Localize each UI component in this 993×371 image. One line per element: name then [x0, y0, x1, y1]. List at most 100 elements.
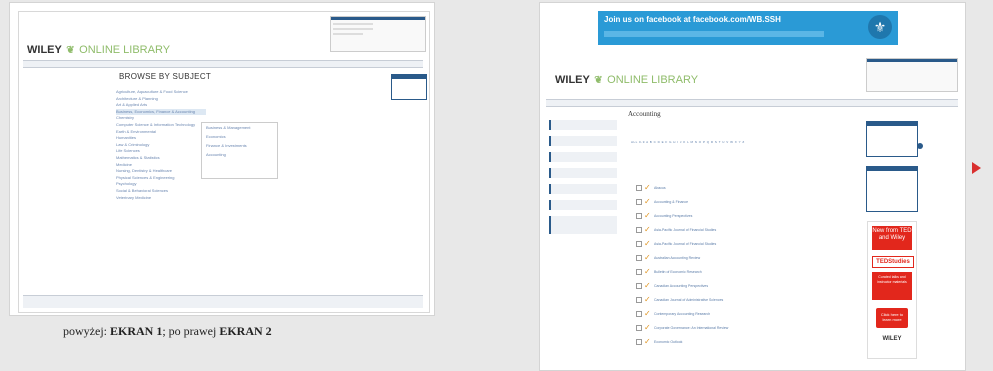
wiley-logo[interactable]: WILEY ❦ ONLINE LIBRARY [555, 70, 698, 88]
journal-title[interactable]: Asia-Pacific Journal of Financial Studie… [654, 228, 716, 232]
journal-row[interactable]: ✓ Accounting Perspectives [636, 211, 856, 225]
scroll-dot[interactable] [917, 143, 923, 149]
login-box[interactable] [330, 16, 426, 52]
journal-title[interactable]: Bulletin of Economic Research [654, 270, 702, 274]
open-access-icon: ✓ [644, 337, 651, 346]
journal-title[interactable]: Australian Accounting Review [654, 256, 700, 260]
checkbox[interactable] [636, 297, 642, 303]
open-access-icon: ✓ [644, 225, 651, 234]
journal-title[interactable]: Canadian Accounting Perspectives [654, 284, 708, 288]
journal-row[interactable]: ✓ Canadian Accounting Perspectives [636, 281, 856, 295]
journal-title[interactable]: Abacus [654, 186, 666, 190]
open-access-icon: ✓ [644, 281, 651, 290]
search-box[interactable] [866, 121, 918, 157]
journal-row[interactable]: ✓ Australian Accounting Review [636, 253, 856, 267]
journal-row[interactable]: ✓ Canadian Journal of Administrative Scie… [636, 295, 856, 309]
subject-submenu: Business & Management Economics Finance … [201, 122, 278, 179]
journal-title[interactable]: Corporate Governance: An International R… [654, 326, 728, 330]
caption-screen-1: EKRAN 1 [110, 324, 163, 338]
subject-link[interactable]: Social & Behavioral Sciences [116, 188, 206, 195]
checkbox[interactable] [636, 241, 642, 247]
caption: powyżej: EKRAN 1; po prawej EKRAN 2 [63, 324, 272, 339]
subject-link[interactable]: Veterinary Medicine [116, 195, 206, 202]
subject-link[interactable]: Architecture & Planning [116, 96, 206, 103]
subject-link[interactable]: Humanities [116, 135, 206, 142]
ted-studies-ad[interactable]: New from TED and Wiley TEDStudies Curate… [867, 221, 917, 359]
main-nav[interactable] [23, 60, 423, 68]
footer [23, 295, 423, 308]
subject-link[interactable]: Computer Science & Information Technolog… [116, 122, 206, 129]
submenu-item[interactable]: Finance & Investments [202, 141, 277, 150]
subject-link[interactable]: Physical Sciences & Engineering [116, 175, 206, 182]
left-sidebar [549, 120, 617, 240]
journal-title[interactable]: Economic Outlook [654, 340, 682, 344]
ted-click-button[interactable]: Click here to learn more [876, 308, 908, 328]
checkbox[interactable] [636, 325, 642, 331]
journal-row[interactable]: ✓ Accounting & Finance [636, 197, 856, 211]
ted-curated-text: Curated talks and instructor materials [872, 272, 912, 300]
submenu-item[interactable]: Economics [202, 132, 277, 141]
open-access-icon: ✓ [644, 197, 651, 206]
checkbox[interactable] [636, 255, 642, 261]
screen-1-screenshot: WILEY ❦ ONLINE LIBRARY BROWSE BY SUBJECT… [9, 2, 435, 316]
journal-title[interactable]: Canadian Journal of Administrative Scien… [654, 298, 723, 302]
journal-title[interactable]: Accounting Perspectives [654, 214, 692, 218]
journal-list: ✓ Abacus ✓ Accounting & Finance ✓ Accountin… [636, 183, 856, 351]
open-access-icon: ✓ [644, 211, 651, 220]
subject-link[interactable]: Chemistry [116, 115, 206, 122]
subject-link[interactable]: Nursing, Dentistry & Healthcare [116, 168, 206, 175]
subject-link[interactable]: Mathematics & Statistics [116, 155, 206, 162]
logo-name: ONLINE LIBRARY [607, 74, 699, 86]
subject-link-selected[interactable]: Business, Economics, Finance & Accountin… [116, 108, 206, 116]
ted-new-from: New from TED and Wiley [872, 226, 912, 250]
open-access-icon: ✓ [644, 253, 651, 262]
subject-link[interactable]: Agriculture, Aquaculture & Food Science [116, 89, 206, 96]
main-nav[interactable] [546, 99, 958, 107]
banner-bar [604, 31, 824, 37]
journal-row[interactable]: ✓ Asia-Pacific Journal of Financial Studi… [636, 239, 856, 253]
facebook-banner[interactable]: Join us on facebook at facebook.com/WB.S… [598, 11, 898, 45]
journal-title[interactable]: Accounting & Finance [654, 200, 688, 204]
checkbox[interactable] [636, 283, 642, 289]
checkbox[interactable] [636, 227, 642, 233]
caption-separator: ; po prawej [162, 324, 220, 338]
journal-row[interactable]: ✓ Economic Outlook [636, 337, 856, 351]
checkbox[interactable] [636, 185, 642, 191]
journal-title[interactable]: Contemporary Accounting Research [654, 312, 710, 316]
journal-row[interactable]: ✓ Corporate Governance: An International … [636, 323, 856, 337]
checkbox[interactable] [636, 199, 642, 205]
journal-row[interactable]: ✓ Asia-Pacific Journal of Financial Studi… [636, 225, 856, 239]
submenu-item[interactable]: Accounting [202, 150, 277, 159]
subject-link[interactable]: Medicine [116, 162, 206, 169]
checkbox[interactable] [636, 213, 642, 219]
login-box[interactable] [866, 58, 958, 92]
wiley-logo[interactable]: WILEY ❦ ONLINE LIBRARY [27, 40, 170, 58]
ted-wiley-logo: WILEY [882, 336, 902, 342]
caption-screen-2: EKRAN 2 [219, 324, 272, 338]
open-access-icon: ✓ [644, 323, 651, 332]
open-access-icon: ✓ [644, 267, 651, 276]
subject-link[interactable]: Earth & Environmental [116, 129, 206, 136]
subject-link[interactable]: Law & Criminology [116, 142, 206, 149]
screen-2-screenshot: Join us on facebook at facebook.com/WB.S… [539, 2, 966, 371]
subject-link[interactable]: Art & Applied Arts [116, 102, 206, 109]
search-box[interactable] [391, 74, 427, 100]
journal-row[interactable]: ✓ Abacus [636, 183, 856, 197]
page-title: Accounting [628, 110, 661, 118]
checkbox[interactable] [636, 339, 642, 345]
logo-name: ONLINE LIBRARY [79, 44, 171, 56]
subject-list: Agriculture, Aquaculture & Food Science … [116, 89, 206, 201]
journal-title[interactable]: Asia-Pacific Journal of Financial Studie… [654, 242, 716, 246]
leaf-icon: ❦ [66, 45, 75, 56]
journal-row[interactable]: ✓ Contemporary Accounting Research [636, 309, 856, 323]
subject-link[interactable]: Life Sciences [116, 148, 206, 155]
open-access-icon: ✓ [644, 239, 651, 248]
alphabet-filter[interactable]: ALL 0-9 A B C D E F G H I J K L M N O P … [631, 140, 745, 144]
subject-link[interactable]: Psychology [116, 181, 206, 188]
open-access-icon: ✓ [644, 183, 651, 192]
journal-row[interactable]: ✓ Bulletin of Economic Research [636, 267, 856, 281]
checkbox[interactable] [636, 311, 642, 317]
submenu-item[interactable]: Business & Management [202, 123, 277, 132]
red-arrow-icon [972, 162, 981, 174]
checkbox[interactable] [636, 269, 642, 275]
